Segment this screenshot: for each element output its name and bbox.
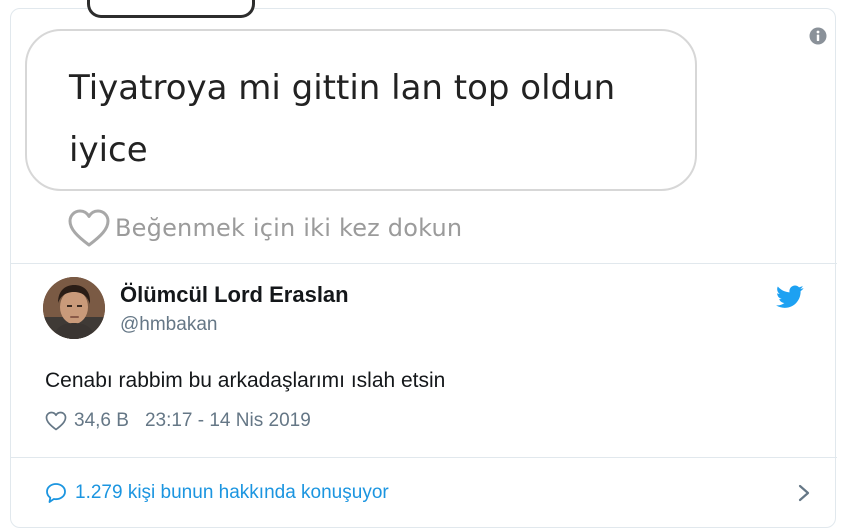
like-hint-text: Beğenmek için iki kez dokun [115, 214, 463, 242]
conversation-link-text[interactable]: 1.279 kişi bunun hakkında konuşuyor [75, 482, 389, 504]
section-divider [11, 263, 837, 264]
screenshot-top-edge [87, 0, 255, 18]
tweet-meta: 34,6 B 23:17 - 14 Nis 2019 [45, 409, 311, 433]
heart-outline-icon [68, 209, 110, 247]
info-icon[interactable] [809, 27, 827, 45]
embedded-screenshot[interactable]: Tiyatroya mi gittin lan top oldun iyice … [11, 0, 837, 263]
conversation-link[interactable]: 1.279 kişi bunun hakkında konuşuyor [45, 479, 815, 507]
heart-icon[interactable] [45, 411, 67, 431]
tweet-timestamp[interactable]: 23:17 - 14 Nis 2019 [145, 410, 311, 432]
double-tap-like-row: Beğenmek için iki kez dokun [67, 205, 462, 251]
conversation-divider [11, 457, 837, 458]
avatar-image [43, 277, 105, 339]
like-count[interactable]: 34,6 B [74, 410, 129, 432]
tweet-card: Tiyatroya mi gittin lan top oldun iyice … [10, 0, 837, 528]
user-handle[interactable]: @hmbakan [120, 314, 217, 336]
avatar[interactable] [43, 277, 105, 339]
message-text: Tiyatroya mi gittin lan top oldun iyice [69, 68, 616, 170]
tweet-text: Cenabı rabbim bu arkadaşlarımı ıslah ets… [45, 369, 446, 392]
message-bubble: Tiyatroya mi gittin lan top oldun iyice [25, 29, 697, 191]
display-name[interactable]: Ölümcül Lord Eraslan [120, 282, 349, 308]
chevron-right-icon[interactable] [797, 483, 811, 503]
speech-bubble-icon [46, 483, 66, 503]
twitter-bird-icon[interactable] [776, 285, 804, 309]
